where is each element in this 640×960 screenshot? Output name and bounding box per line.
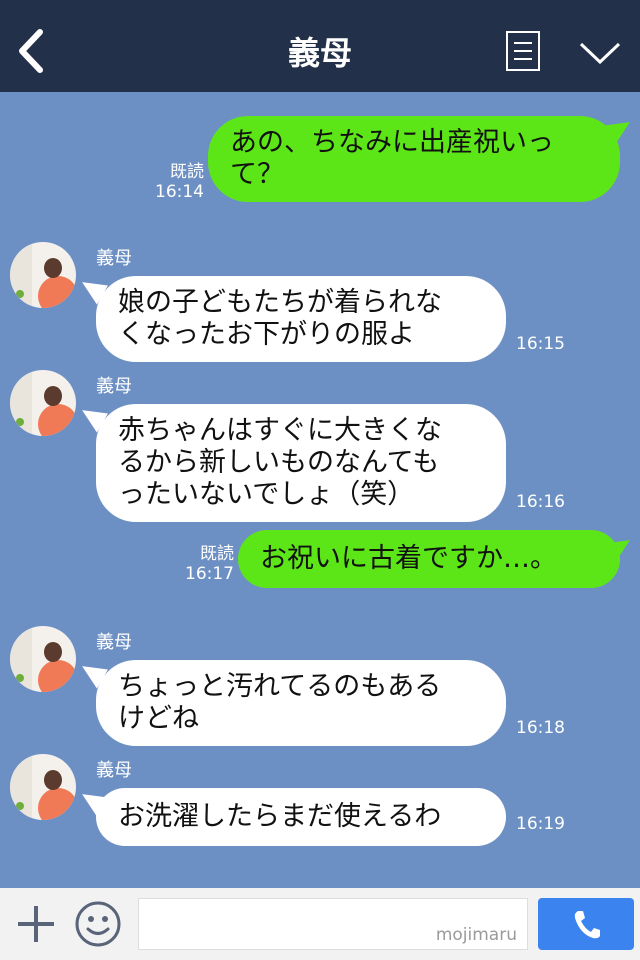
avatar[interactable] <box>10 626 76 692</box>
chat-title: 義母 <box>287 34 352 72</box>
sender-name: 義母 <box>96 632 132 653</box>
message-line: 赤ちゃんはすぐに大きくな <box>118 415 442 446</box>
message-time: 16:15 <box>516 334 565 354</box>
watermark: mojimaru <box>435 925 517 945</box>
chevron-down-icon[interactable] <box>578 36 622 68</box>
input-bar: mojimaru <box>0 888 640 960</box>
message-list[interactable]: 既読 16:14 あの、ちなみに出産祝いっ て？ 義母 娘の子どもたちが着られな… <box>0 92 640 888</box>
phone-icon <box>574 911 600 939</box>
message-line: くなったお下がりの服よ <box>118 319 415 350</box>
message-line: お祝いに古着ですか…。 <box>260 543 557 574</box>
message-bubble[interactable]: お洗濯したらまだ使えるわ <box>96 788 506 846</box>
smiley-icon[interactable] <box>74 900 122 948</box>
message-line: ちょっと汚れてるのもある <box>118 671 442 702</box>
message-time: 16:17 <box>185 564 234 584</box>
list-icon[interactable] <box>506 31 540 71</box>
message-time: 16:19 <box>516 814 565 834</box>
message-line: ったいないでしょ（笑） <box>118 479 415 510</box>
message-line: けどね <box>118 703 199 734</box>
message-line: あの、ちなみに出産祝いっ <box>230 127 554 158</box>
message-input[interactable]: mojimaru <box>138 898 528 950</box>
sender-name: 義母 <box>96 760 132 781</box>
message-line: るから新しいものなんても <box>118 447 440 478</box>
sender-name: 義母 <box>96 248 132 269</box>
avatar[interactable] <box>10 370 76 436</box>
read-receipt: 既読 <box>200 544 234 564</box>
avatar[interactable] <box>10 242 76 308</box>
call-button[interactable] <box>538 898 634 950</box>
avatar[interactable] <box>10 754 76 820</box>
plus-icon[interactable] <box>14 902 58 946</box>
message-bubble[interactable]: 赤ちゃんはすぐに大きくな るから新しいものなんても ったいないでしょ（笑） <box>96 404 506 522</box>
message-line: て？ <box>230 159 284 190</box>
message-line: 娘の子どもたちが着られな <box>118 287 442 318</box>
message-time: 16:18 <box>516 718 565 738</box>
message-time: 16:14 <box>155 182 204 202</box>
message-bubble[interactable]: ちょっと汚れてるのもある けどね <box>96 660 506 746</box>
message-bubble[interactable]: あの、ちなみに出産祝いっ て？ <box>208 116 620 202</box>
message-time: 16:16 <box>516 492 565 512</box>
message-bubble[interactable]: 娘の子どもたちが着られな くなったお下がりの服よ <box>96 276 506 362</box>
message-line: お洗濯したらまだ使えるわ <box>118 801 442 832</box>
read-receipt: 既読 <box>170 162 204 182</box>
chat-header: 義母 <box>0 0 640 92</box>
sender-name: 義母 <box>96 376 132 397</box>
message-bubble[interactable]: お祝いに古着ですか…。 <box>238 530 620 588</box>
